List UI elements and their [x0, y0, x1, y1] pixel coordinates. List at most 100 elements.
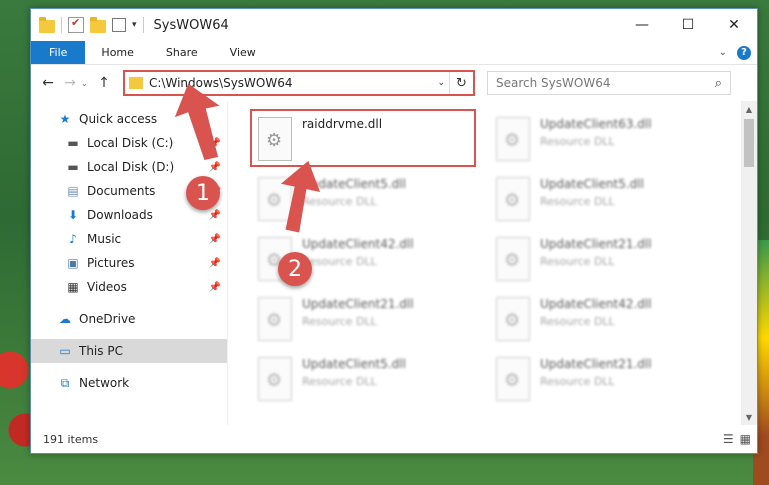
- pin-icon: 📌: [208, 233, 221, 245]
- file-item[interactable]: UpdateClient5.dll Resource DLL: [490, 171, 710, 227]
- nav-label: Downloads: [87, 208, 153, 222]
- view-buttons: ☰ ▦: [723, 432, 751, 446]
- file-type: Resource DLL: [540, 195, 615, 208]
- divider: [61, 17, 62, 33]
- large-icons-view-icon[interactable]: ▦: [740, 432, 751, 446]
- nav-label: Local Disk (D:): [87, 160, 175, 174]
- search-icon[interactable]: ⌕: [715, 76, 722, 91]
- nav-local-disk-d[interactable]: ▬ Local Disk (D:) 📌: [31, 155, 227, 179]
- nav-label: Documents: [87, 184, 156, 198]
- details-view-icon[interactable]: ☰: [723, 432, 734, 446]
- file-type: Resource DLL: [302, 315, 377, 328]
- new-folder-icon[interactable]: [90, 16, 106, 33]
- file-name: UpdateClient42.dll: [302, 237, 414, 251]
- quick-access-dropdown-icon[interactable]: ▾: [132, 20, 137, 30]
- callout-one: 1: [186, 176, 220, 210]
- address-path[interactable]: C:\Windows\SysWOW64: [149, 76, 293, 90]
- tab-view[interactable]: View: [214, 41, 272, 64]
- nav-label: Local Disk (C:): [87, 136, 174, 150]
- dll-file-icon: [496, 117, 530, 161]
- minimize-button[interactable]: —: [619, 9, 665, 41]
- scroll-down-icon[interactable]: ▼: [741, 409, 757, 425]
- nav-local-disk-c[interactable]: ▬ Local Disk (C:) 📌: [31, 131, 227, 155]
- expand-ribbon-icon[interactable]: ⌄: [719, 47, 727, 58]
- drive-icon: ▬: [67, 136, 79, 150]
- file-item[interactable]: UpdateClient21.dll Resource DLL: [490, 231, 710, 287]
- maximize-button[interactable]: ☐: [665, 9, 711, 41]
- dll-file-icon: [496, 297, 530, 341]
- file-name: UpdateClient63.dll: [540, 117, 652, 131]
- address-bar[interactable]: C:\Windows\SysWOW64 ⌄ ↻: [123, 70, 475, 96]
- window-title: SysWOW64: [153, 17, 229, 33]
- videos-icon: ▦: [67, 280, 79, 294]
- music-icon: ♪: [69, 232, 77, 246]
- nav-music[interactable]: ♪ Music 📌: [31, 227, 227, 251]
- item-count: 191 items: [43, 432, 99, 446]
- address-dropdown-icon[interactable]: ⌄: [437, 78, 445, 88]
- file-item[interactable]: UpdateClient5.dll Resource DLL: [252, 351, 472, 407]
- tab-home[interactable]: Home: [85, 41, 149, 64]
- back-button[interactable]: ←: [37, 75, 59, 91]
- file-name: UpdateClient42.dll: [540, 297, 652, 311]
- file-name: UpdateClient5.dll: [302, 177, 406, 191]
- file-item[interactable]: UpdateClient5.dll Resource DLL: [252, 171, 472, 227]
- nav-quick-access[interactable]: ★ Quick access: [31, 107, 227, 131]
- file-type: Resource DLL: [540, 255, 615, 268]
- search-input[interactable]: [496, 76, 715, 90]
- refresh-button[interactable]: ↻: [449, 72, 473, 94]
- pin-icon: 📌: [208, 281, 221, 293]
- explorer-window: ▾ SysWOW64 — ☐ ✕ File Home Share View ⌄ …: [30, 8, 758, 454]
- search-box[interactable]: ⌕: [487, 71, 731, 95]
- title-bar: ▾ SysWOW64 — ☐ ✕: [31, 9, 757, 41]
- window-controls: — ☐ ✕: [619, 9, 757, 41]
- pin-icon: 📌: [208, 137, 221, 149]
- file-name: UpdateClient5.dll: [540, 177, 644, 191]
- divider: [142, 17, 144, 33]
- nav-label: OneDrive: [79, 312, 136, 326]
- forward-button[interactable]: →: [59, 75, 81, 91]
- vertical-scrollbar[interactable]: ▲ ▼: [741, 101, 757, 425]
- documents-icon: ▤: [67, 184, 79, 198]
- up-button[interactable]: ↑: [93, 75, 115, 91]
- scroll-thumb[interactable]: [744, 119, 754, 167]
- dll-file-icon: [258, 357, 292, 401]
- nav-pictures[interactable]: ▣ Pictures 📌: [31, 251, 227, 275]
- help-icon[interactable]: ?: [737, 45, 751, 60]
- callout-two: 2: [278, 252, 312, 286]
- nav-label: Videos: [87, 280, 127, 294]
- file-item[interactable]: UpdateClient21.dll Resource DLL: [490, 351, 710, 407]
- file-item[interactable]: UpdateClient21.dll Resource DLL: [252, 291, 472, 347]
- network-icon: ⧉: [60, 375, 70, 390]
- properties-check-icon[interactable]: [68, 16, 84, 33]
- ribbon-right: ⌄ ?: [719, 41, 757, 64]
- navigation-pane: ★ Quick access ▬ Local Disk (C:) 📌 ▬ Loc…: [31, 101, 227, 425]
- star-icon: ★: [59, 112, 71, 126]
- file-name: UpdateClient21.dll: [540, 237, 652, 251]
- file-type: Resource DLL: [302, 255, 377, 268]
- close-button[interactable]: ✕: [711, 9, 757, 41]
- file-item[interactable]: UpdateClient63.dll Resource DLL: [490, 111, 710, 167]
- highlight-box: [250, 109, 476, 167]
- scroll-up-icon[interactable]: ▲: [741, 101, 757, 117]
- nav-network[interactable]: ⧉ Network: [31, 371, 227, 395]
- pin-icon: 📌: [208, 161, 221, 173]
- folder-icon: [39, 16, 55, 33]
- recent-locations-icon[interactable]: ⌄: [81, 79, 93, 88]
- nav-videos[interactable]: ▦ Videos 📌: [31, 275, 227, 299]
- tab-file[interactable]: File: [31, 41, 86, 64]
- nav-this-pc[interactable]: ▭ This PC: [31, 339, 227, 363]
- nav-label: Music: [87, 232, 122, 246]
- tab-share[interactable]: Share: [150, 41, 214, 64]
- file-type: Resource DLL: [302, 375, 377, 388]
- pc-icon: ▭: [59, 344, 71, 358]
- file-item[interactable]: UpdateClient42.dll Resource DLL: [490, 291, 710, 347]
- pin-icon: 📌: [208, 209, 221, 221]
- file-type: Resource DLL: [540, 135, 615, 148]
- file-name: UpdateClient5.dll: [302, 357, 406, 371]
- pictures-icon: ▣: [67, 256, 79, 270]
- status-bar: 191 items ☰ ▦: [31, 425, 757, 453]
- pin-icon: 📌: [208, 257, 221, 269]
- drive-icon: ▬: [67, 160, 79, 174]
- nav-onedrive[interactable]: ☁ OneDrive: [31, 307, 227, 331]
- customize-icon[interactable]: [112, 18, 126, 32]
